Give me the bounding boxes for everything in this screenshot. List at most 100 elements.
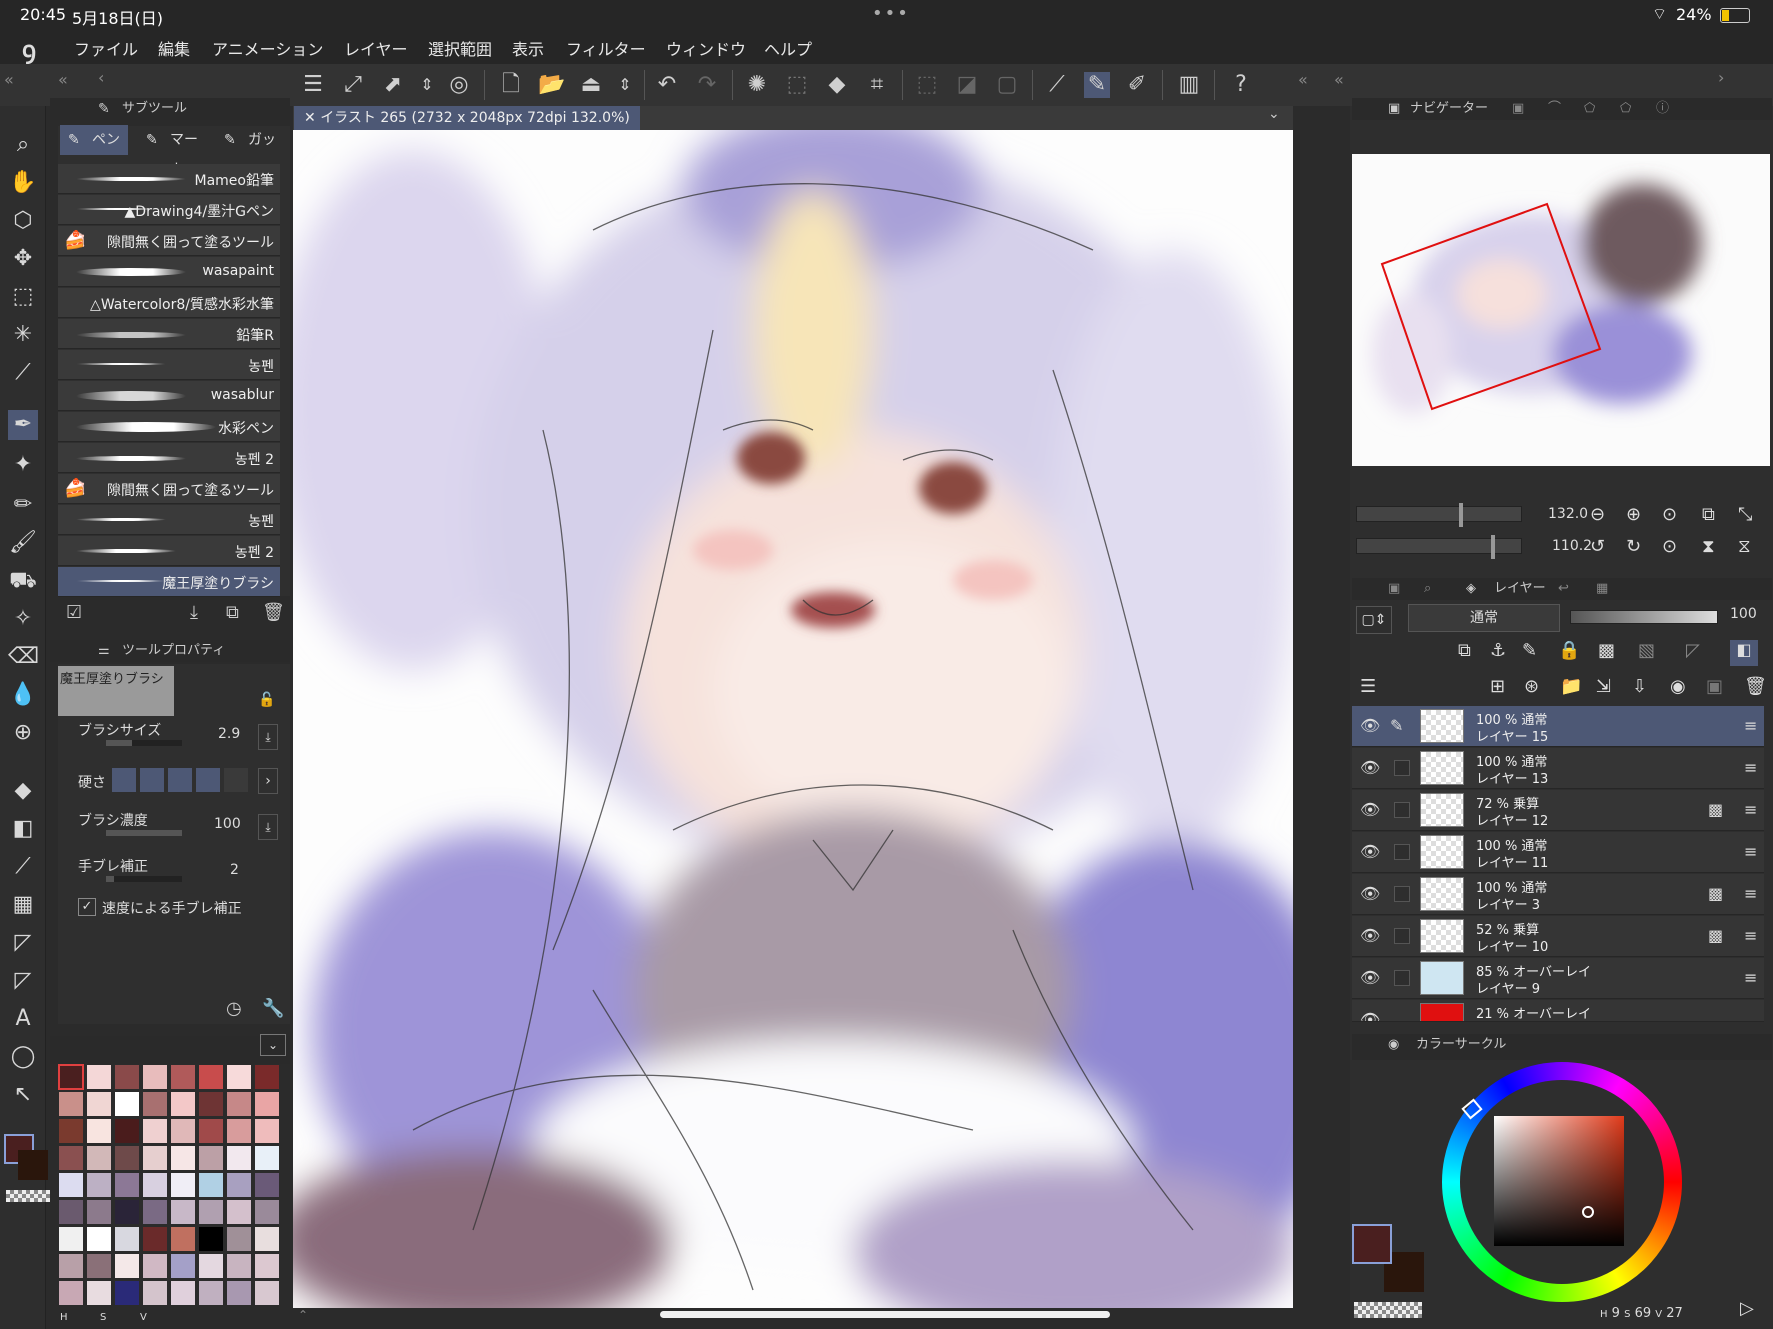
collapse-left-icon[interactable]: « [4,70,14,89]
palette-swatch[interactable] [58,1118,84,1144]
bucket-icon[interactable]: ◆ [8,776,38,806]
clip-icon[interactable]: ⧉ [1458,640,1471,661]
palette-swatch[interactable] [198,1064,224,1090]
brush-item[interactable]: 🍰 隙間無く囲って塗るツール [58,226,280,256]
palette-swatch[interactable] [142,1226,168,1252]
menu-animation[interactable]: アニメーション [212,36,323,60]
draft-icon[interactable]: ✎ [1522,640,1537,661]
palette-swatch[interactable] [254,1226,280,1252]
layer-checkbox[interactable] [1394,970,1410,986]
brush-item[interactable]: 鉛筆R [58,319,280,349]
brush-item[interactable]: 🍰 隙間無く囲って塗るツール [58,474,280,504]
tab-marker[interactable]: ✎マーカ [138,125,210,178]
palette-swatch[interactable] [170,1118,196,1144]
collapse-right2-icon[interactable]: « [1334,70,1344,89]
app-logo-icon[interactable]: ꝯ [22,33,36,66]
save-icon[interactable]: ⏏ [578,72,604,98]
palette-swatch[interactable] [86,1064,112,1090]
redo-icon[interactable]: ↷ [694,72,720,98]
palette-swatch[interactable] [86,1199,112,1225]
text-icon[interactable]: A [8,1004,38,1034]
palette-swatch[interactable] [254,1280,280,1306]
tab-gouache[interactable]: ✎ガッシ [216,125,288,155]
flip-horizontal-icon[interactable]: ⧗ [1702,536,1715,557]
palette-swatch[interactable] [198,1118,224,1144]
ruler-tool-icon[interactable]: ◸ [8,966,38,996]
palette-swatch[interactable] [170,1253,196,1279]
palette-swatch[interactable] [170,1199,196,1225]
palette-swatch[interactable] [198,1145,224,1171]
drag-handle-icon[interactable]: ≡ [1744,800,1757,819]
sub-color-swatch[interactable] [18,1150,48,1180]
autoaction-tab-icon[interactable]: ↩ [1558,578,1569,600]
palette-swatch[interactable] [142,1253,168,1279]
subview-tab-icon[interactable]: ▣ [1512,98,1524,120]
layer-checkbox[interactable] [1394,928,1410,944]
brush-item[interactable]: 水彩ペン [58,412,280,442]
palette-swatch[interactable] [254,1118,280,1144]
ruler-icon[interactable]: ⟋ [1044,72,1070,98]
menu-filter[interactable]: フィルター [566,36,646,60]
eye-icon[interactable]: 👁 [1360,968,1380,987]
hardness-step[interactable] [196,768,220,792]
frame-icon[interactable]: ▦ [8,890,38,920]
palette-swatch[interactable] [58,1226,84,1252]
palette-swatch[interactable] [226,1280,252,1306]
palette-swatch[interactable] [226,1226,252,1252]
apply-mask-icon[interactable]: ▣ [1706,676,1723,697]
chevron-down-icon[interactable]: ⌄ [1268,106,1280,122]
palette-swatch[interactable] [254,1145,280,1171]
palette-swatch[interactable] [114,1091,140,1117]
drag-handle-icon[interactable]: ≡ [1744,716,1757,735]
palette-swatch[interactable] [198,1226,224,1252]
grid-globe-icon[interactable]: ⊕ [8,718,38,748]
material-tab-icon[interactable]: ⬠ [1620,98,1631,120]
blend-mode-select[interactable]: 通常 [1408,604,1560,632]
brush-size-stepper-icon[interactable]: ⤓ [258,724,278,750]
layer-checkbox[interactable] [1394,886,1410,902]
layer-color-mode-icon[interactable]: ◧ [1730,640,1758,666]
brush-item[interactable]: Mameo鉛筆 [58,164,280,194]
menu-file[interactable]: ファイル [74,36,138,60]
transform-icon[interactable]: ⬈ [380,72,406,98]
palette-swatch[interactable] [226,1172,252,1198]
layer-row[interactable]: 👁 52 % 乗算 レイヤー 10 ▩ ≡ [1352,916,1764,957]
palette-swatch[interactable] [142,1145,168,1171]
brush-active-icon[interactable]: ✎ [1084,72,1110,98]
palette-swatch[interactable] [226,1199,252,1225]
palette-swatch[interactable] [86,1118,112,1144]
layer-list-icon[interactable]: ☰ [1360,676,1376,697]
collapse-right-icon[interactable]: « [1298,70,1308,89]
palette-swatch[interactable] [254,1172,280,1198]
color-circle-tab-icon[interactable]: ◉ [1388,1034,1399,1056]
actual-size-icon[interactable]: ⧉ [1702,504,1715,525]
layer-row[interactable]: 👁 100 % 通常 レイヤー 3 ▩ ≡ [1352,874,1764,915]
zoom-in-icon[interactable]: ⊕ [1626,504,1641,525]
decoration-icon[interactable]: ✧ [8,604,38,634]
download-icon[interactable]: ⤓ [190,602,198,623]
palette-swatch[interactable] [254,1064,280,1090]
palette-swatch[interactable] [86,1172,112,1198]
balloon-tail-icon[interactable]: ◸ [8,928,38,958]
hardness-step[interactable] [168,768,192,792]
new-vector-layer-icon[interactable]: ⊛ [1524,676,1539,697]
hamburger-menu-icon[interactable]: ☰ [300,72,326,98]
info-tab-icon[interactable]: ⌒ [1548,98,1561,120]
navigator-tab-icon[interactable]: ▣ [1388,98,1400,120]
trash-icon[interactable]: 🗑 [262,602,285,623]
chevron-down-icon[interactable]: ⌄ [260,1034,286,1056]
fit-icon[interactable]: ⊙ [1662,504,1677,525]
eye-icon[interactable]: 👁 [1360,884,1380,903]
drawing-canvas[interactable] [293,130,1293,1308]
palette-swatch[interactable] [170,1091,196,1117]
search-tab-icon[interactable]: ⬠ [1584,98,1595,120]
palette-swatch[interactable] [226,1145,252,1171]
palette-swatch[interactable] [254,1253,280,1279]
toggle2-icon[interactable]: ⇕ [612,72,638,98]
palette-swatch[interactable] [226,1253,252,1279]
sv-cursor[interactable] [1582,1206,1594,1218]
pen-icon[interactable]: ✒ [8,410,38,440]
menu-view[interactable]: 表示 [512,36,544,60]
brush-item[interactable]: wasablur [58,381,280,411]
sparkle-icon[interactable]: ✦ [8,450,38,480]
